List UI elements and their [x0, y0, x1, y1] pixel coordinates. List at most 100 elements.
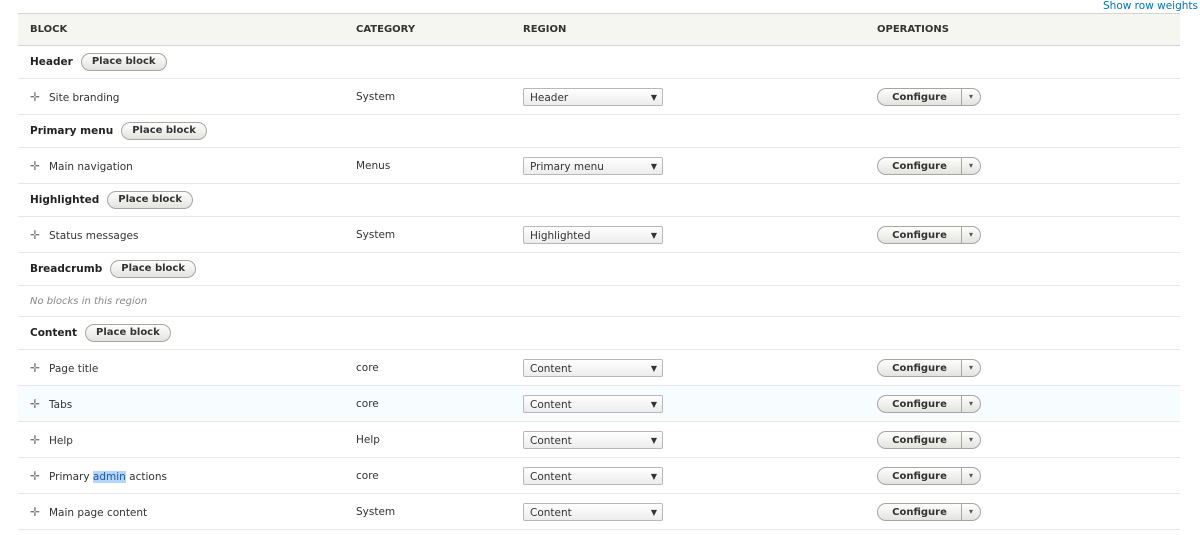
region-select[interactable]: Primary menu ▼: [523, 156, 663, 175]
region-select-cell: Content ▼: [511, 385, 865, 422]
operations-dropbutton: Configure ▾: [877, 466, 981, 485]
region-select[interactable]: Content ▼: [523, 394, 663, 413]
region-select[interactable]: Content ▼: [523, 358, 663, 377]
region-select-cell: Content ▼: [511, 349, 865, 386]
block-name: Tabs: [49, 398, 73, 411]
region-select-value: Content: [530, 434, 572, 447]
region-select[interactable]: Header ▼: [523, 87, 663, 106]
configure-button[interactable]: Configure: [877, 466, 961, 485]
region-row: Content Place block: [18, 316, 1180, 350]
place-block-button[interactable]: Place block: [80, 53, 167, 71]
region-select[interactable]: Highlighted ▼: [523, 225, 663, 244]
drag-handle-icon[interactable]: ✛: [30, 159, 40, 173]
drag-handle-icon[interactable]: ✛: [30, 433, 40, 447]
block-cell: ✛ Page title: [18, 349, 344, 386]
chevron-down-icon[interactable]: ▾: [961, 430, 981, 449]
table-header-row: BLOCK CATEGORY REGION OPERATIONS: [18, 13, 1180, 46]
operations-cell: Configure ▾: [865, 457, 1180, 494]
drag-handle-icon[interactable]: ✛: [30, 469, 40, 483]
block-cell: ✛ Main navigation: [18, 147, 344, 184]
dropdown-arrow-icon: ▼: [650, 507, 657, 517]
region-select-value: Content: [530, 398, 572, 411]
block-category: Help: [344, 421, 511, 458]
region-select-value: Header: [530, 91, 569, 104]
drag-handle-icon[interactable]: ✛: [30, 397, 40, 411]
column-header-category: CATEGORY: [356, 24, 416, 35]
table-row: ✛ Status messages System Highlighted ▼ Config…: [18, 216, 1180, 253]
empty-region-row: No blocks in this region: [18, 285, 1180, 317]
block-name: Primary admin actions: [49, 470, 167, 483]
region-title: Primary menu: [30, 125, 114, 137]
region-select-cell: Content ▼: [511, 421, 865, 458]
dropdown-arrow-icon: ▼: [650, 399, 657, 409]
configure-button[interactable]: Configure: [877, 358, 961, 377]
table-row: ✛ Main page content System Content ▼ Configur…: [18, 493, 1180, 530]
chevron-down-icon[interactable]: ▾: [961, 358, 981, 377]
region-select-value: Content: [530, 506, 572, 519]
block-cell: ✛ Status messages: [18, 216, 344, 253]
chevron-down-icon[interactable]: ▾: [961, 225, 981, 244]
operations-dropbutton: Configure ▾: [877, 430, 981, 449]
operations-cell: Configure ▾: [865, 349, 1180, 386]
operations-cell: Configure ▾: [865, 147, 1180, 184]
drag-handle-icon[interactable]: ✛: [30, 90, 40, 104]
region-cell: Header Place block: [18, 45, 1180, 79]
column-header-block: BLOCK: [30, 24, 68, 35]
place-block-button[interactable]: Place block: [107, 191, 193, 209]
dropdown-arrow-icon: ▼: [650, 92, 657, 102]
block-name: Main page content: [49, 506, 148, 519]
configure-button[interactable]: Configure: [877, 225, 961, 244]
configure-button[interactable]: Configure: [877, 87, 961, 106]
configure-button[interactable]: Configure: [877, 394, 961, 413]
region-cell: Primary menu Place block: [18, 114, 1180, 148]
operations-cell: Configure ▾: [865, 216, 1180, 253]
dropdown-arrow-icon: ▼: [650, 363, 657, 373]
configure-button[interactable]: Configure: [877, 502, 961, 521]
drag-handle-icon[interactable]: ✛: [30, 228, 40, 242]
region-select-cell: Header ▼: [511, 78, 865, 115]
region-row: Header Place block: [18, 45, 1180, 79]
configure-button[interactable]: Configure: [877, 156, 961, 175]
region-select[interactable]: Content ▼: [523, 430, 663, 449]
selected-text: admin: [92, 470, 126, 483]
region-select[interactable]: Content ▼: [523, 466, 663, 485]
chevron-down-icon[interactable]: ▾: [961, 394, 981, 413]
place-block-button[interactable]: Place block: [121, 122, 207, 140]
drag-handle-icon[interactable]: ✛: [30, 505, 40, 519]
block-category: core: [344, 385, 511, 422]
operations-dropbutton: Configure ▾: [877, 225, 981, 244]
chevron-down-icon[interactable]: ▾: [961, 466, 981, 485]
show-row-weights-link[interactable]: Show row weights: [1103, 0, 1198, 12]
place-block-button[interactable]: Place block: [110, 260, 196, 278]
table-row: ✛ Primary admin actions core Content ▼ Config…: [18, 457, 1180, 494]
block-name: Page title: [49, 362, 99, 375]
region-row: Primary menu Place block: [18, 114, 1180, 148]
region-row: Highlighted Place block: [18, 183, 1180, 217]
block-category: Menus: [344, 147, 511, 184]
block-name: Help: [49, 434, 73, 447]
operations-cell: Configure ▾: [865, 493, 1180, 530]
region-title: Highlighted: [30, 194, 100, 206]
block-category: System: [344, 493, 511, 530]
drag-handle-icon[interactable]: ✛: [30, 361, 40, 375]
region-select-value: Primary menu: [530, 160, 604, 173]
region-title: Content: [30, 327, 78, 339]
chevron-down-icon[interactable]: ▾: [961, 156, 981, 175]
block-category: System: [344, 78, 511, 115]
region-select-cell: Content ▼: [511, 493, 865, 530]
region-cell: Content Place block: [18, 316, 1180, 350]
operations-dropbutton: Configure ▾: [877, 358, 981, 377]
chevron-down-icon[interactable]: ▾: [961, 502, 981, 521]
operations-cell: Configure ▾: [865, 78, 1180, 115]
chevron-down-icon[interactable]: ▾: [961, 87, 981, 106]
region-select[interactable]: Content ▼: [523, 502, 663, 521]
operations-cell: Configure ▾: [865, 421, 1180, 458]
table-row: ✛ Tabs core Content ▼ Configure ▾: [18, 385, 1180, 422]
configure-button[interactable]: Configure: [877, 430, 961, 449]
block-cell: ✛ Tabs: [18, 385, 344, 422]
block-name: Status messages: [49, 229, 139, 242]
place-block-button[interactable]: Place block: [85, 324, 171, 342]
table-row: ✛ Help Help Content ▼ Configure ▾: [18, 421, 1180, 458]
block-name: Main navigation: [49, 160, 133, 173]
block-cell: ✛ Main page content: [18, 493, 344, 530]
